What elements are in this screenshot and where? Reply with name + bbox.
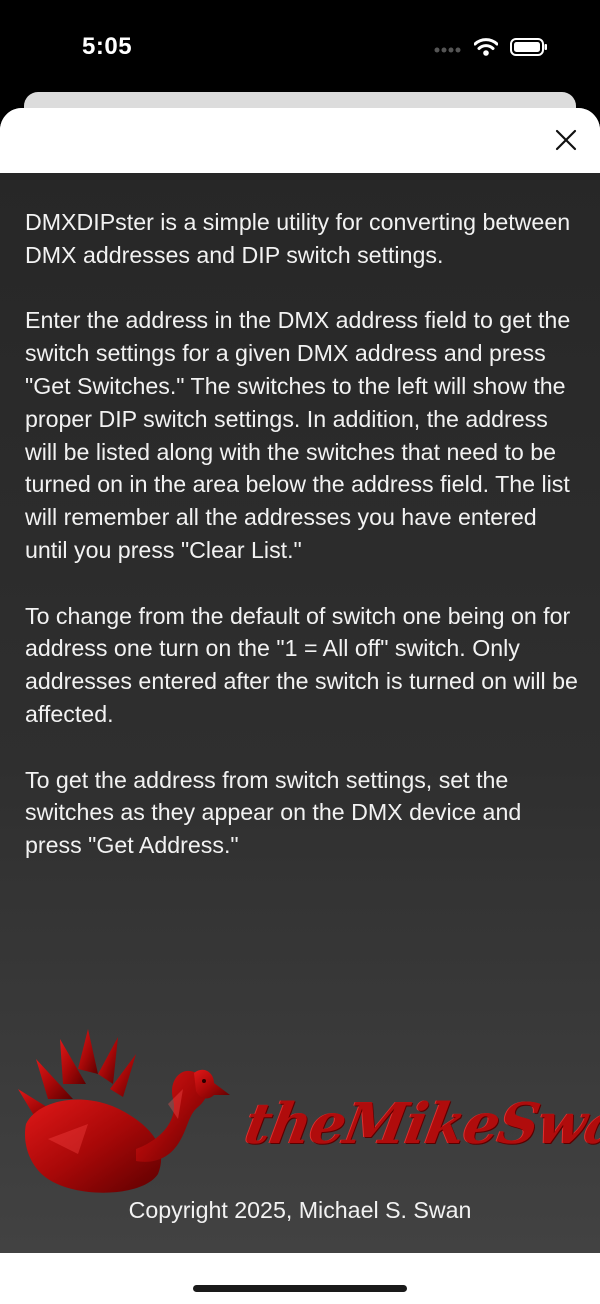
logo-wordmark: theMikeSwan <box>240 1091 600 1157</box>
close-button[interactable] <box>546 120 586 160</box>
close-icon[interactable] <box>554 128 578 152</box>
about-paragraph-all-off: To change from the default of switch one… <box>25 602 578 727</box>
about-sheet: DMXDIPster is a simple utility for conve… <box>0 108 600 1304</box>
battery-icon <box>510 38 548 61</box>
sheet-header <box>0 108 600 173</box>
mikeswan-logo: theMikeSwan <box>18 1029 600 1199</box>
signal-dots-icon <box>434 41 462 59</box>
home-indicator-area <box>0 1253 600 1304</box>
status-bar: 5:05 <box>0 0 600 96</box>
about-content: DMXDIPster is a simple utility for conve… <box>0 173 600 1253</box>
about-paragraph-get-address: To get the address from switch settings,… <box>25 766 522 859</box>
copyright-text: Copyright 2025, Michael S. Swan <box>128 1197 472 1223</box>
status-time: 5:05 <box>82 33 133 60</box>
about-paragraph-get-switches: Enter the address in the DMX address fie… <box>25 307 571 563</box>
about-text: DMXDIPster is a simple utility for conve… <box>25 206 580 895</box>
wifi-icon <box>473 38 499 61</box>
status-icons <box>434 38 548 61</box>
swan-logo-icon <box>18 1029 230 1193</box>
home-indicator[interactable] <box>193 1285 407 1292</box>
about-paragraph-intro: DMXDIPster is a simple utility for conve… <box>25 209 571 268</box>
